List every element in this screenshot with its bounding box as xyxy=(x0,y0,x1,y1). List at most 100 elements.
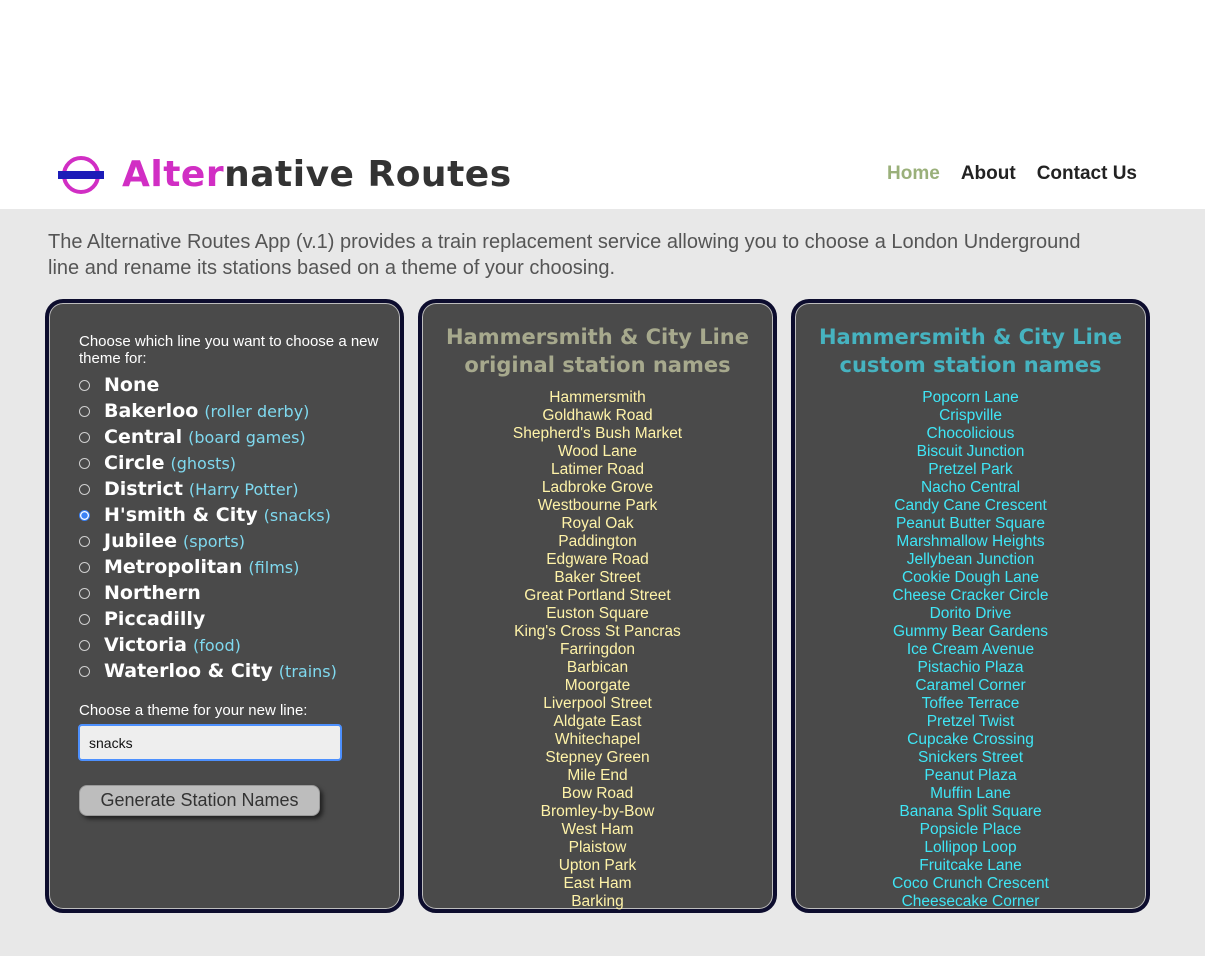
line-option[interactable]: H'smith & City (snacks) xyxy=(79,502,337,528)
theme-input[interactable] xyxy=(78,724,342,761)
radio-button[interactable] xyxy=(79,457,90,469)
logo-text-accent: Alter xyxy=(122,154,225,195)
line-option[interactable]: Northern xyxy=(79,580,337,606)
line-option[interactable]: District (Harry Potter) xyxy=(79,476,337,502)
station-name: Latimer Road xyxy=(550,461,645,478)
radio-button[interactable] xyxy=(79,509,90,521)
radio-button[interactable] xyxy=(79,639,90,651)
station-name: Upton Park xyxy=(558,857,637,874)
station-name: Gummy Bear Gardens xyxy=(892,623,1049,640)
station-name: Liverpool Street xyxy=(543,695,652,712)
line-theme: (sports) xyxy=(183,531,245,551)
line-name: Central xyxy=(104,426,183,448)
line-option[interactable]: Bakerloo (roller derby) xyxy=(79,398,337,424)
logo-text-rest: native Routes xyxy=(224,154,512,195)
main-content: The Alternative Routes App (v.1) provide… xyxy=(0,209,1205,956)
original-station-list: Hammersmith Goldhawk Road Shepherd's Bush … xyxy=(422,389,773,911)
nav-home-link[interactable]: Home xyxy=(887,163,940,185)
station-name: Biscuit Junction xyxy=(916,443,1025,460)
line-option[interactable]: Jubilee (sports) xyxy=(79,528,337,554)
station-name: Shepherd's Bush Market xyxy=(512,425,683,442)
intro-text: The Alternative Routes App (v.1) provide… xyxy=(48,231,1081,279)
station-name: Dorito Drive xyxy=(929,605,1012,622)
station-name: Coco Crunch Crescent xyxy=(892,875,1049,892)
station-name: Bow Road xyxy=(561,785,634,802)
station-name: Wood Lane xyxy=(558,443,637,460)
line-name: Victoria xyxy=(104,634,187,656)
station-name: Muffin Lane xyxy=(930,785,1011,802)
nav-contact-link[interactable]: Contact Us xyxy=(1037,163,1137,185)
generate-station-names-button[interactable]: Generate Station Names xyxy=(79,785,320,816)
original-title-line1: Hammersmith & City Line xyxy=(445,325,750,349)
underground-roundel-icon xyxy=(58,152,104,198)
line-option[interactable]: Victoria (food) xyxy=(79,632,337,658)
main-nav: Home About Contact Us xyxy=(887,163,1137,185)
line-option[interactable]: Waterloo & City (trains) xyxy=(79,658,337,684)
station-name: Chocolicious xyxy=(926,425,1015,442)
custom-title-line2: custom station names xyxy=(839,353,1102,377)
station-name: Great Portland Street xyxy=(524,587,671,604)
station-name: Nacho Central xyxy=(920,479,1021,496)
station-name: Ice Cream Avenue xyxy=(906,641,1035,658)
station-name: Barbican xyxy=(566,659,629,676)
line-name: District xyxy=(104,478,183,500)
nav-about-link[interactable]: About xyxy=(961,163,1016,185)
station-name: Snickers Street xyxy=(917,749,1024,766)
station-name: Aldgate East xyxy=(553,713,642,730)
line-option[interactable]: Piccadilly xyxy=(79,606,337,632)
station-name: Lollipop Loop xyxy=(924,839,1017,856)
custom-station-list: Popcorn Lane Crispville Chocolicious Biscui… xyxy=(795,389,1146,911)
custom-stations-title: Hammersmith & City Line custom station na… xyxy=(795,323,1146,379)
station-name: Euston Square xyxy=(546,605,649,622)
station-name: King's Cross St Pancras xyxy=(514,623,681,640)
theme-input-label: Choose a theme for your new line: xyxy=(79,702,308,719)
station-name: Peanut Plaza xyxy=(924,767,1017,784)
radio-button[interactable] xyxy=(79,431,90,443)
station-name: Popcorn Lane xyxy=(922,389,1019,406)
station-name: Mile End xyxy=(567,767,628,784)
line-theme: (Harry Potter) xyxy=(188,479,299,499)
line-theme: (films) xyxy=(248,557,300,577)
radio-button[interactable] xyxy=(79,379,90,391)
line-name: Jubilee xyxy=(104,530,177,552)
station-name: Fruitcake Lane xyxy=(919,857,1022,874)
station-name: Whitechapel xyxy=(554,731,641,748)
line-choice-prompt: Choose which line you want to choose a n… xyxy=(79,333,379,367)
site-logo[interactable]: Alternative Routes xyxy=(58,152,512,198)
line-radio-list: None Bakerloo (roller derby) Central (board … xyxy=(79,372,337,684)
original-title-line2: original station names xyxy=(464,353,731,377)
station-name: Royal Oak xyxy=(561,515,634,532)
radio-button[interactable] xyxy=(79,483,90,495)
station-name: Jellybean Junction xyxy=(906,551,1035,568)
line-theme: (ghosts) xyxy=(170,453,237,473)
line-name: Metropolitan xyxy=(104,556,243,578)
radio-button[interactable] xyxy=(79,535,90,547)
station-name: Cookie Dough Lane xyxy=(901,569,1040,586)
station-name: Popsicle Place xyxy=(919,821,1022,838)
original-stations-panel: Hammersmith & City Line original station … xyxy=(418,299,777,913)
line-option[interactable]: None xyxy=(79,372,337,398)
station-name: Crispville xyxy=(939,407,1002,424)
line-option[interactable]: Circle (ghosts) xyxy=(79,450,337,476)
station-name: Marshmallow Heights xyxy=(896,533,1045,550)
custom-stations-panel: Hammersmith & City Line custom station na… xyxy=(791,299,1150,913)
station-name: Edgware Road xyxy=(546,551,649,568)
line-option[interactable]: Metropolitan (films) xyxy=(79,554,337,580)
line-option[interactable]: Central (board games) xyxy=(79,424,337,450)
line-name: Piccadilly xyxy=(104,608,206,630)
station-name: Caramel Corner xyxy=(915,677,1026,694)
radio-button[interactable] xyxy=(79,613,90,625)
station-name: Pretzel Park xyxy=(928,461,1013,478)
station-name: Hammersmith xyxy=(549,389,646,406)
radio-button[interactable] xyxy=(79,665,90,677)
station-name: Cheese Cracker Circle xyxy=(892,587,1049,604)
station-name: Ladbroke Grove xyxy=(541,479,654,496)
radio-button[interactable] xyxy=(79,405,90,417)
radio-button[interactable] xyxy=(79,561,90,573)
line-name: None xyxy=(104,374,160,396)
station-name: Cupcake Crossing xyxy=(907,731,1034,748)
line-name: Circle xyxy=(104,452,165,474)
radio-button[interactable] xyxy=(79,587,90,599)
station-name: Westbourne Park xyxy=(537,497,658,514)
line-theme: (board games) xyxy=(188,427,306,447)
